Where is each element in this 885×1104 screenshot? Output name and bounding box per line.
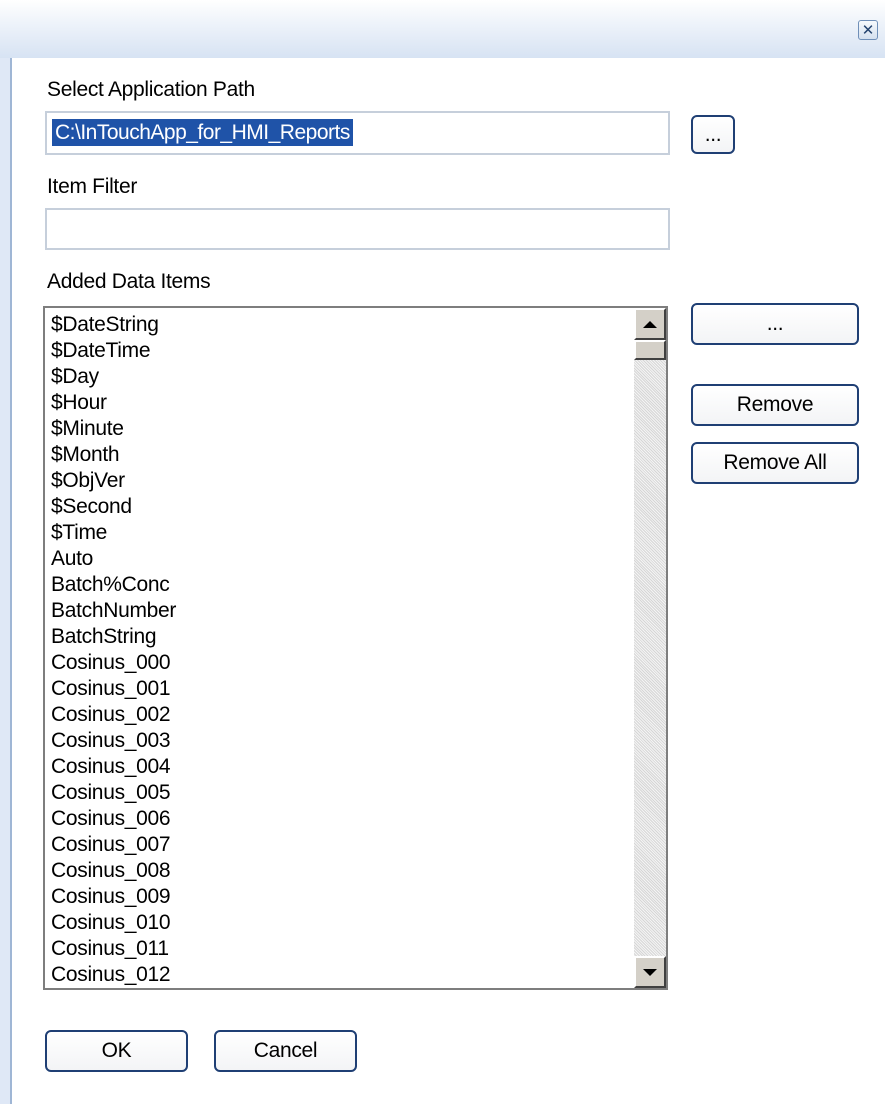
list-item[interactable]: Auto — [51, 546, 176, 572]
app-path-value: C:\InTouchApp_for_HMI_Reports — [52, 119, 353, 146]
list-item[interactable]: Cosinus_001 — [51, 676, 176, 702]
list-item[interactable]: Cosinus_004 — [51, 754, 176, 780]
list-items-container: $DateString $DateTime $Day $Hour $Minute $Mon… — [51, 312, 176, 988]
list-item[interactable]: Cosinus_007 — [51, 832, 176, 858]
app-path-label: Select Application Path — [47, 78, 255, 101]
item-filter-label: Item Filter — [47, 175, 138, 198]
title-bar[interactable]: ✕ — [0, 0, 885, 58]
list-item[interactable]: Cosinus_010 — [51, 910, 176, 936]
scroll-up-button[interactable] — [634, 308, 666, 340]
close-icon: ✕ — [861, 20, 875, 39]
list-item[interactable]: $DateString — [51, 312, 176, 338]
scroll-down-button[interactable] — [634, 956, 666, 988]
list-item[interactable]: $ObjVer — [51, 468, 176, 494]
list-item[interactable]: $Day — [51, 364, 176, 390]
vertical-scrollbar[interactable] — [634, 308, 666, 988]
list-item[interactable]: Cosinus_008 — [51, 858, 176, 884]
list-item[interactable]: Cosinus_012 — [51, 962, 176, 988]
list-item[interactable]: Cosinus_005 — [51, 780, 176, 806]
list-item[interactable]: $Minute — [51, 416, 176, 442]
scroll-thumb[interactable] — [634, 340, 666, 360]
add-items-button[interactable]: ... — [691, 303, 859, 345]
list-item[interactable]: $Hour — [51, 390, 176, 416]
list-item[interactable]: $Month — [51, 442, 176, 468]
cancel-button[interactable]: Cancel — [214, 1030, 357, 1072]
browse-path-button[interactable]: ... — [691, 115, 735, 154]
ok-button[interactable]: OK — [45, 1030, 188, 1072]
list-item[interactable]: Cosinus_003 — [51, 728, 176, 754]
list-item[interactable]: Cosinus_000 — [51, 650, 176, 676]
list-item[interactable]: BatchString — [51, 624, 176, 650]
arrow-up-icon — [643, 320, 657, 328]
added-items-label: Added Data Items — [47, 270, 211, 293]
close-button[interactable]: ✕ — [858, 20, 878, 40]
list-item[interactable]: BatchNumber — [51, 598, 176, 624]
list-item[interactable]: Cosinus_006 — [51, 806, 176, 832]
list-item[interactable]: $Second — [51, 494, 176, 520]
dialog-window: ✕ Select Application Path C:\InTouchApp_… — [0, 0, 885, 1104]
item-filter-input[interactable] — [45, 208, 670, 250]
remove-button[interactable]: Remove — [691, 384, 859, 426]
list-item[interactable]: Cosinus_011 — [51, 936, 176, 962]
remove-all-button[interactable]: Remove All — [691, 442, 859, 484]
added-items-list[interactable]: $DateString $DateTime $Day $Hour $Minute $Mon… — [43, 306, 668, 990]
list-item[interactable]: $Time — [51, 520, 176, 546]
list-item[interactable]: Batch%Conc — [51, 572, 176, 598]
list-item[interactable]: Cosinus_009 — [51, 884, 176, 910]
arrow-down-icon — [643, 968, 657, 976]
list-item[interactable]: $DateTime — [51, 338, 176, 364]
list-item[interactable]: Cosinus_002 — [51, 702, 176, 728]
app-path-input[interactable]: C:\InTouchApp_for_HMI_Reports — [45, 111, 670, 155]
